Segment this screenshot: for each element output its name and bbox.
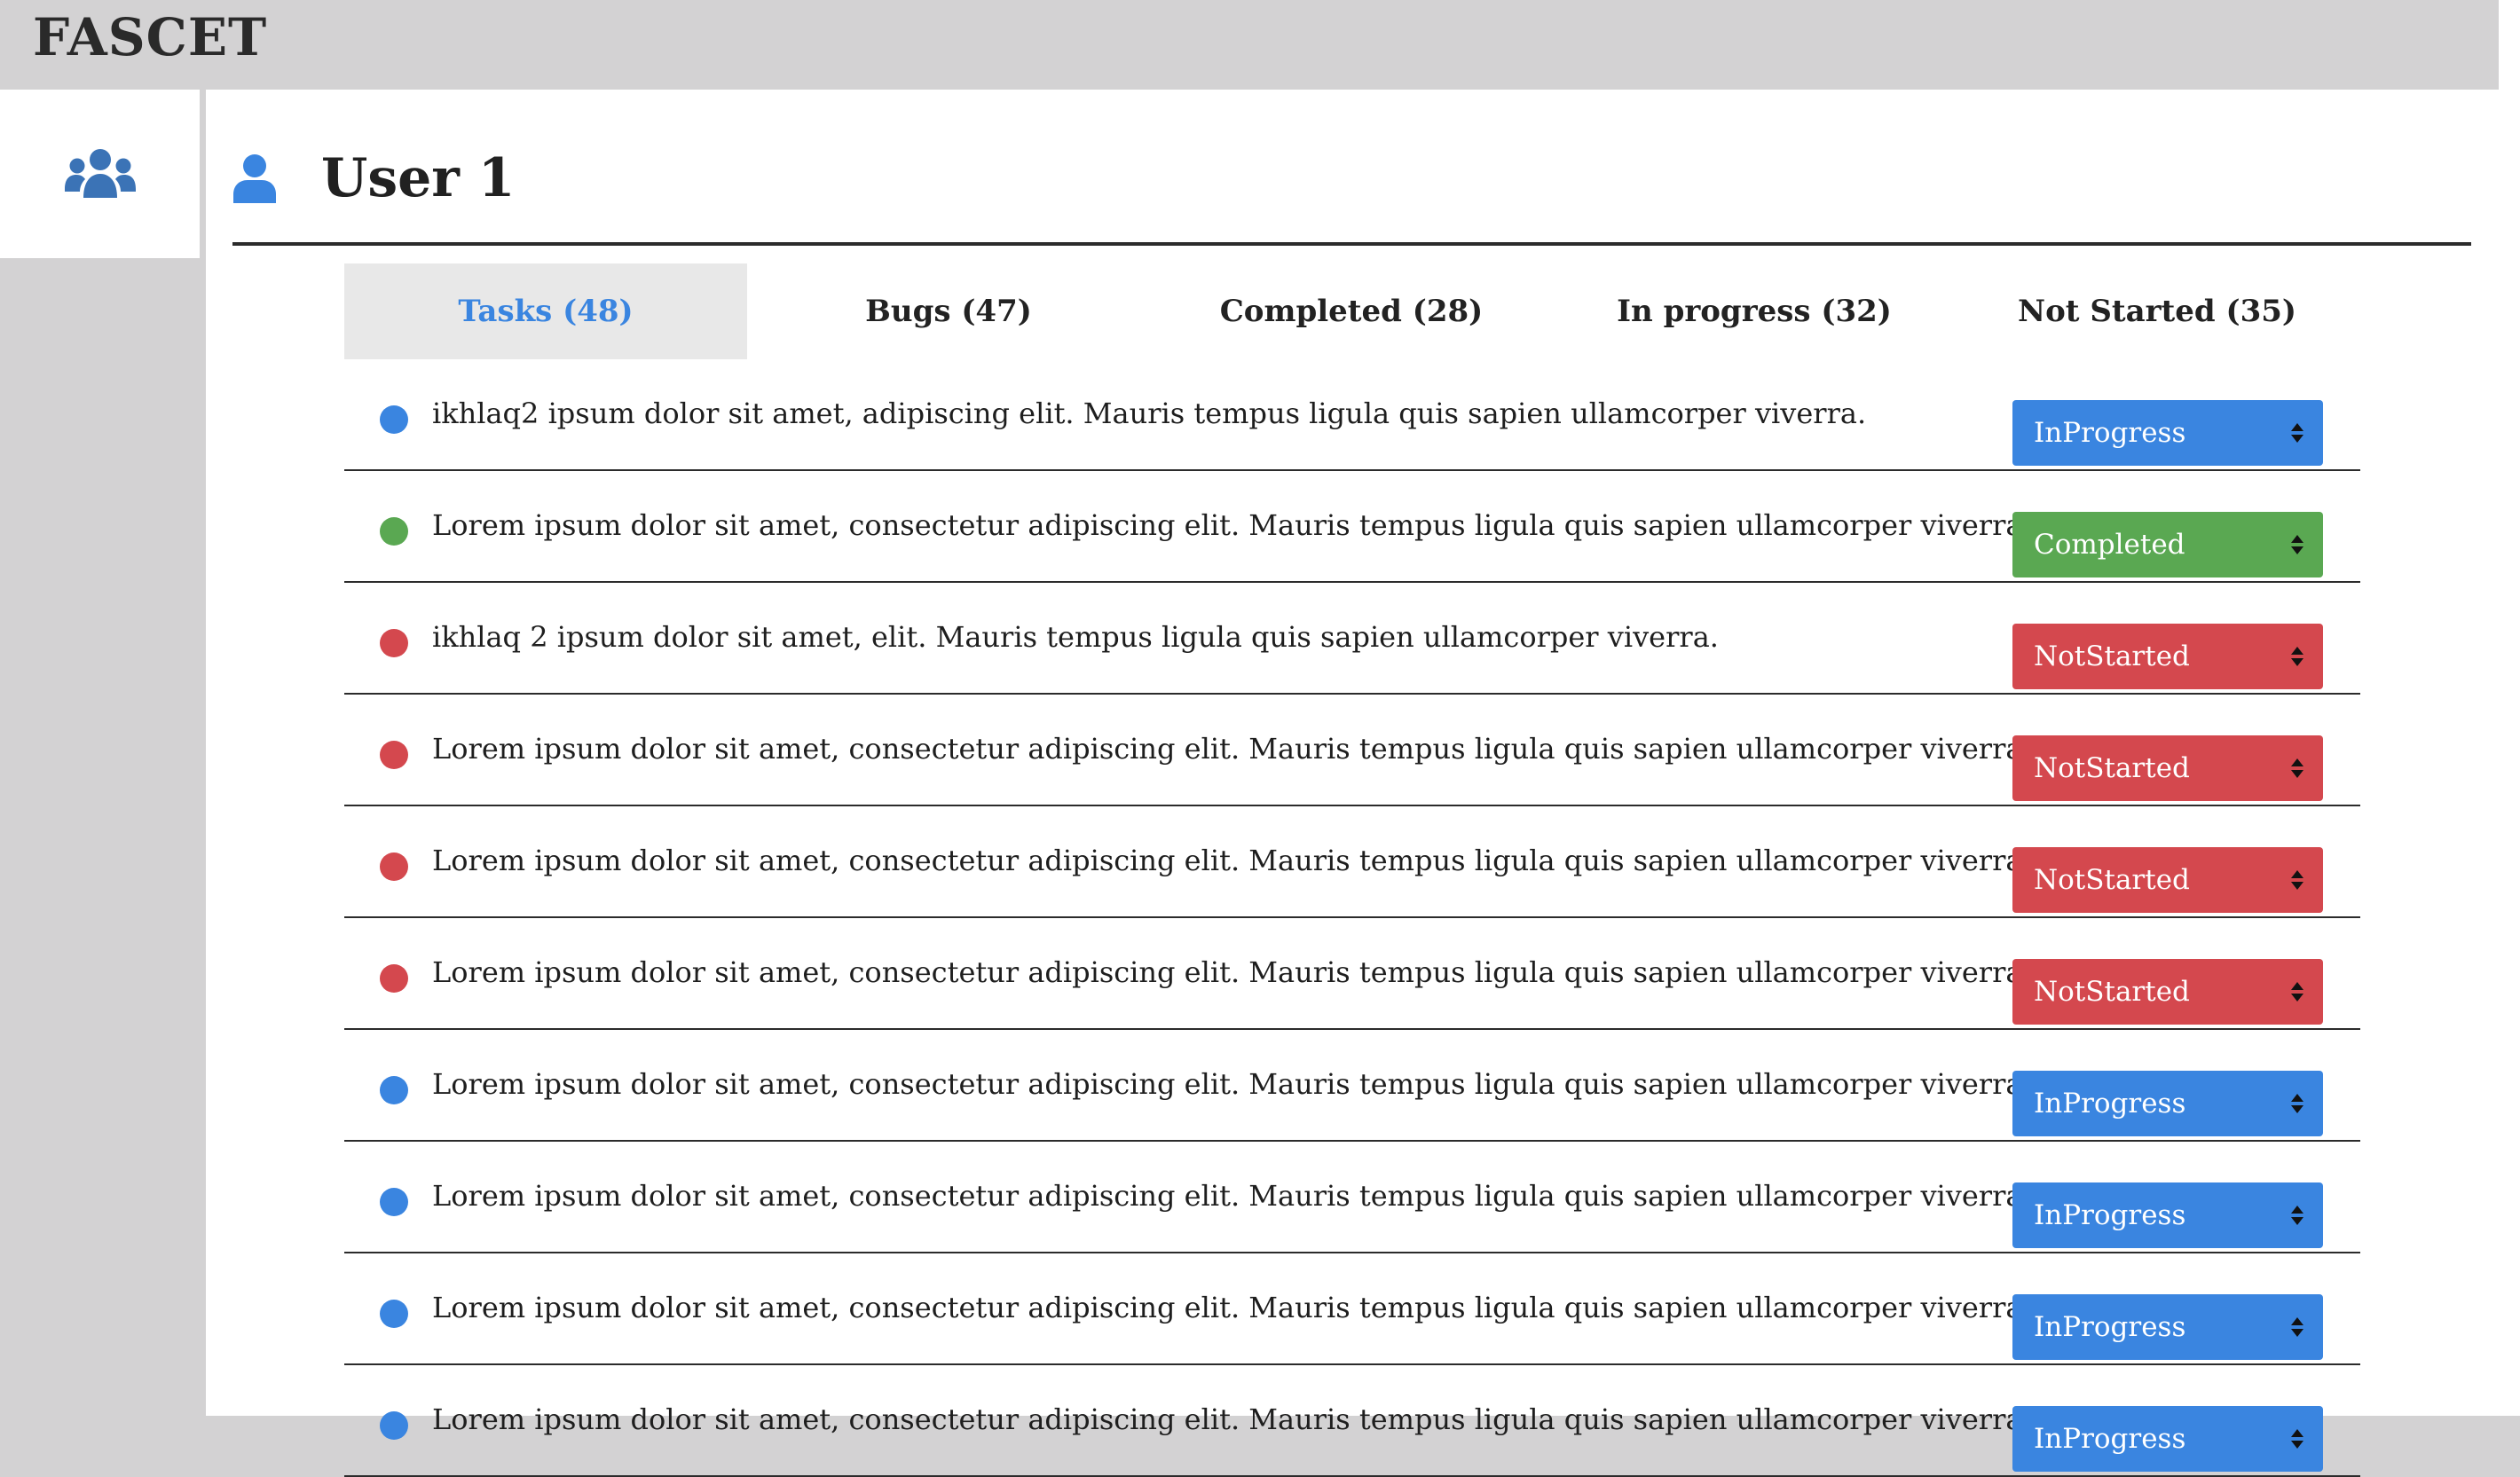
select-arrows-icon xyxy=(2291,1427,2303,1450)
task-row: Lorem ipsum dolor sit amet, consectetur … xyxy=(344,1142,2360,1253)
task-row: Lorem ipsum dolor sit amet, consectetur … xyxy=(344,695,2360,806)
status-select-value: InProgress xyxy=(2034,1088,2186,1120)
status-dot-icon xyxy=(380,405,408,434)
task-text: Lorem ipsum dolor sit amet, consectetur … xyxy=(432,1291,2032,1324)
status-select-value: NotStarted xyxy=(2034,640,2190,672)
status-select-value: NotStarted xyxy=(2034,752,2190,784)
tab-in-progress[interactable]: In progress (32) xyxy=(1553,263,1956,359)
status-select-value: InProgress xyxy=(2034,1423,2186,1455)
task-text: Lorem ipsum dolor sit amet, consectetur … xyxy=(432,1402,2032,1436)
status-select[interactable]: InProgress xyxy=(2012,1182,2323,1248)
select-arrows-icon xyxy=(2291,868,2303,892)
status-select[interactable]: InProgress xyxy=(2012,400,2323,466)
task-row: Lorem ipsum dolor sit amet, consectetur … xyxy=(344,1030,2360,1142)
status-select[interactable]: InProgress xyxy=(2012,1071,2323,1136)
user-header: User 1 xyxy=(232,134,516,223)
tab-bugs[interactable]: Bugs (47) xyxy=(747,263,1150,359)
status-select[interactable]: NotStarted xyxy=(2012,959,2323,1025)
status-select-value: NotStarted xyxy=(2034,864,2190,896)
task-text: ikhlaq2 ipsum dolor sit amet, adipiscing… xyxy=(432,397,1867,430)
status-dot-icon xyxy=(380,852,408,881)
tab-bar: Tasks (48) Bugs (47) Completed (28) In prog… xyxy=(344,263,2359,359)
tab-tasks[interactable]: Tasks (48) xyxy=(344,263,747,359)
task-row: Lorem ipsum dolor sit amet, consectetur … xyxy=(344,918,2360,1030)
top-bar: FASCET xyxy=(0,0,2499,90)
status-select-value: NotStarted xyxy=(2034,976,2190,1008)
select-arrows-icon xyxy=(2291,1204,2303,1227)
status-dot-icon xyxy=(380,964,408,993)
status-select[interactable]: InProgress xyxy=(2012,1406,2323,1472)
select-arrows-icon xyxy=(2291,533,2303,556)
tab-completed[interactable]: Completed (28) xyxy=(1150,263,1553,359)
task-text: Lorem ipsum dolor sit amet, consectetur … xyxy=(432,1179,2032,1213)
task-text: Lorem ipsum dolor sit amet, consectetur … xyxy=(432,844,2032,877)
task-text: Lorem ipsum dolor sit amet, consectetur … xyxy=(432,732,2032,766)
select-arrows-icon xyxy=(2291,757,2303,780)
task-text: Lorem ipsum dolor sit amet, consectetur … xyxy=(432,955,2032,989)
main-panel: User 1 Tasks (48) Bugs (47) Completed (28)… xyxy=(206,90,2499,1477)
task-text: Lorem ipsum dolor sit amet, consectetur … xyxy=(432,508,2032,542)
task-text: ikhlaq 2 ipsum dolor sit amet, elit. Mau… xyxy=(432,620,1719,654)
task-list: ikhlaq2 ipsum dolor sit amet, adipiscing… xyxy=(344,359,2360,1477)
task-text: Lorem ipsum dolor sit amet, consectetur … xyxy=(432,1067,2032,1101)
select-arrows-icon xyxy=(2291,980,2303,1003)
status-dot-icon xyxy=(380,741,408,769)
task-row: Lorem ipsum dolor sit amet, consectetur … xyxy=(344,1253,2360,1365)
sidebar-users-item[interactable] xyxy=(0,90,200,258)
tab-not-started[interactable]: Not Started (35) xyxy=(1956,263,2359,359)
status-select[interactable]: Completed xyxy=(2012,512,2323,577)
status-dot-icon xyxy=(380,517,408,546)
header-divider xyxy=(232,242,2471,246)
task-row: Lorem ipsum dolor sit amet, consectetur … xyxy=(344,1365,2360,1477)
users-icon xyxy=(64,149,136,198)
scroll-gutter xyxy=(2499,0,2520,1416)
select-arrows-icon xyxy=(2291,1092,2303,1115)
user-name: User 1 xyxy=(321,147,516,209)
status-select[interactable]: InProgress xyxy=(2012,1294,2323,1360)
user-icon xyxy=(233,154,276,203)
status-dot-icon xyxy=(380,629,408,657)
status-dot-icon xyxy=(380,1188,408,1216)
select-arrows-icon xyxy=(2291,1316,2303,1339)
task-row: ikhlaq 2 ipsum dolor sit amet, elit. Mau… xyxy=(344,583,2360,695)
status-select[interactable]: NotStarted xyxy=(2012,847,2323,913)
sidebar xyxy=(0,90,206,1416)
status-select[interactable]: NotStarted xyxy=(2012,735,2323,801)
task-row: Lorem ipsum dolor sit amet, consectetur … xyxy=(344,471,2360,583)
status-select-value: Completed xyxy=(2034,529,2185,561)
status-dot-icon xyxy=(380,1076,408,1104)
task-row: Lorem ipsum dolor sit amet, consectetur … xyxy=(344,806,2360,918)
status-dot-icon xyxy=(380,1300,408,1328)
select-arrows-icon xyxy=(2291,421,2303,444)
status-select[interactable]: NotStarted xyxy=(2012,624,2323,689)
app-title: FASCET xyxy=(33,7,268,67)
status-select-value: InProgress xyxy=(2034,417,2186,449)
status-select-value: InProgress xyxy=(2034,1199,2186,1231)
select-arrows-icon xyxy=(2291,645,2303,668)
status-select-value: InProgress xyxy=(2034,1311,2186,1343)
task-row: ikhlaq2 ipsum dolor sit amet, adipiscing… xyxy=(344,359,2360,471)
